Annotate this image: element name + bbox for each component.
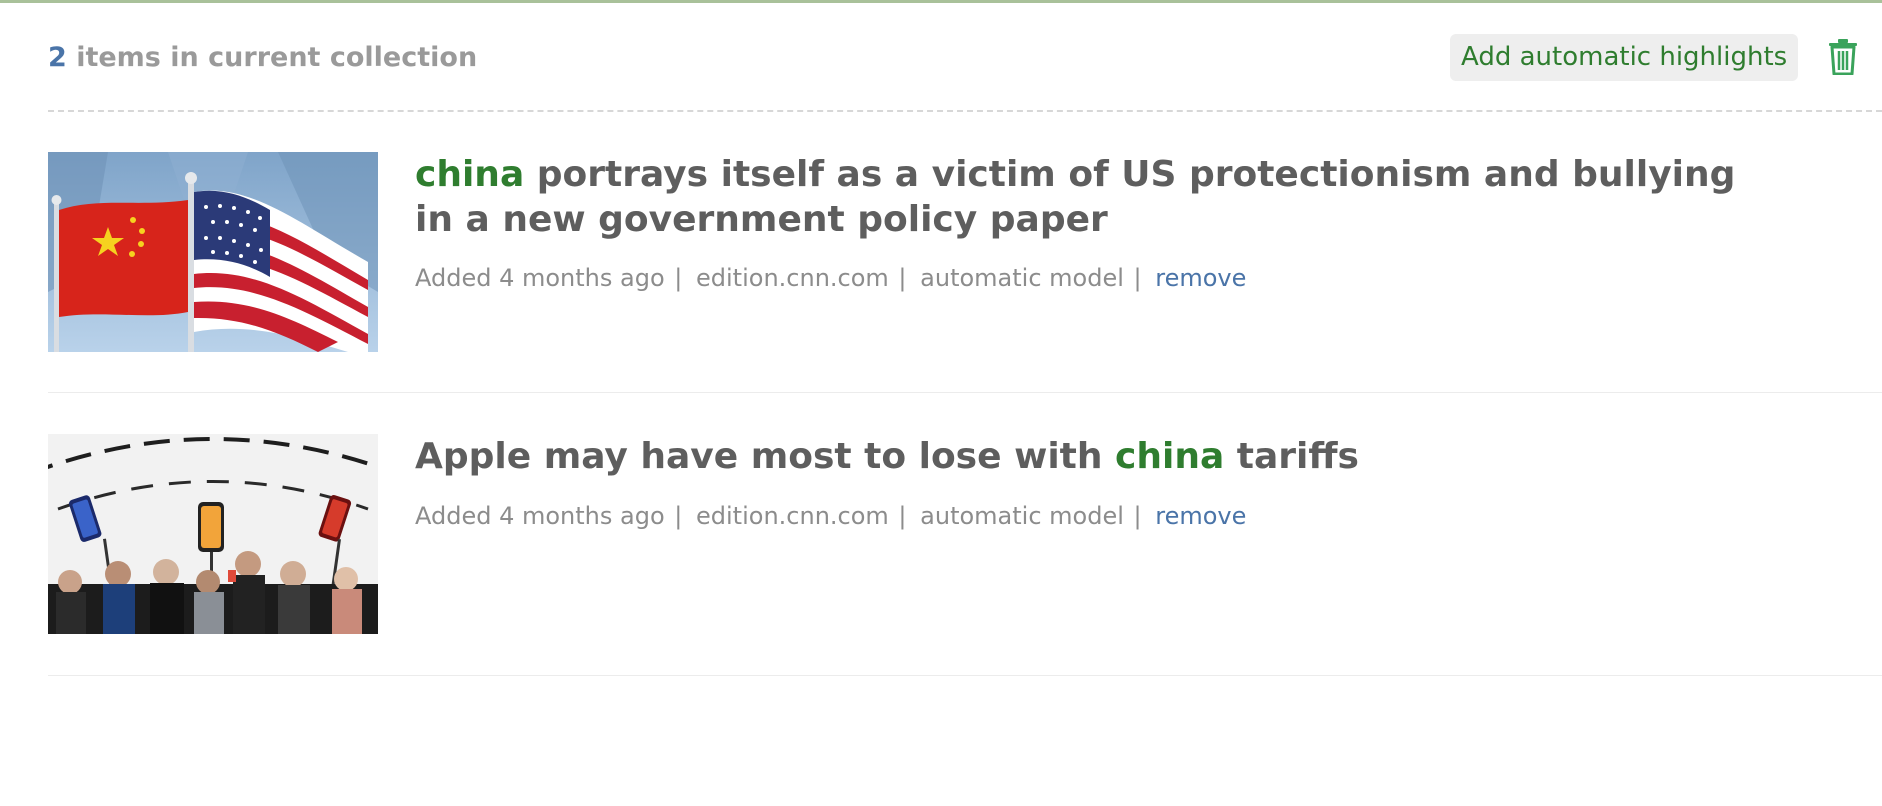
title-keyword-highlight: china [1115,436,1225,477]
header-divider [48,110,1882,112]
add-automatic-highlights-button[interactable]: Add automatic highlights [1450,34,1799,81]
added-time: Added 4 months ago [415,264,665,292]
source-domain: edition.cnn.com [696,502,889,530]
item-count-label: items in current collection [66,42,478,73]
article-thumbnail[interactable] [48,152,378,352]
model-label: automatic model [920,502,1124,530]
added-time: Added 4 months ago [415,502,665,530]
model-label: automatic model [920,264,1124,292]
remove-link[interactable]: remove [1155,264,1246,292]
iphone-event-crowd-image [48,434,378,634]
row-divider [48,675,1882,676]
title-text: portrays itself as a victim of US protec… [415,154,1736,240]
top-accent-rule [0,0,1882,3]
title-text-end: tariffs [1224,436,1359,477]
collection-header: 2 items in current collection Add automa… [48,34,1882,84]
source-domain: edition.cnn.com [696,264,889,292]
trash-icon[interactable] [1828,39,1858,75]
title-keyword-highlight: china [415,154,525,195]
article-meta: Added 4 months ago | edition.cnn.com | a… [415,502,1247,530]
china-us-flags-image [48,152,378,352]
title-text: Apple may have most to lose with [415,436,1116,477]
article-meta: Added 4 months ago | edition.cnn.com | a… [415,264,1247,292]
item-count-number: 2 [48,42,67,73]
row-divider [48,392,1882,393]
remove-link[interactable]: remove [1155,502,1246,530]
collection-count: 2 items in current collection [48,42,477,73]
article-title[interactable]: china portrays itself as a victim of US … [415,152,1745,242]
article-title[interactable]: Apple may have most to lose with china t… [415,434,1745,479]
article-thumbnail[interactable] [48,434,378,634]
